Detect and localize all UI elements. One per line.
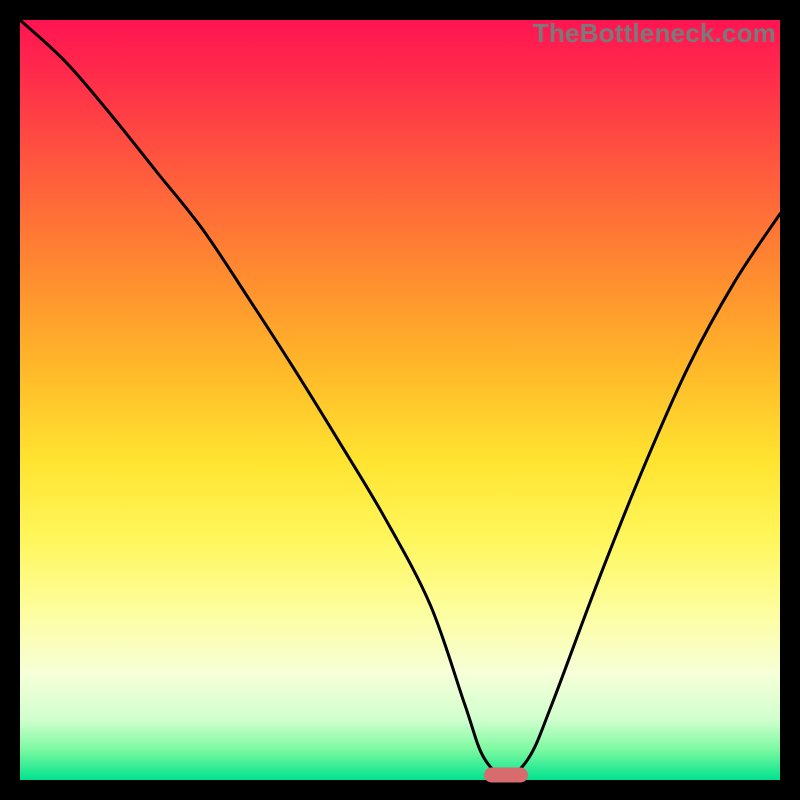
- heat-gradient-bg: [20, 20, 780, 780]
- optimal-point-marker: [484, 768, 528, 783]
- chart-frame: TheBottleneck.com: [20, 20, 780, 780]
- watermark-label: TheBottleneck.com: [533, 18, 776, 49]
